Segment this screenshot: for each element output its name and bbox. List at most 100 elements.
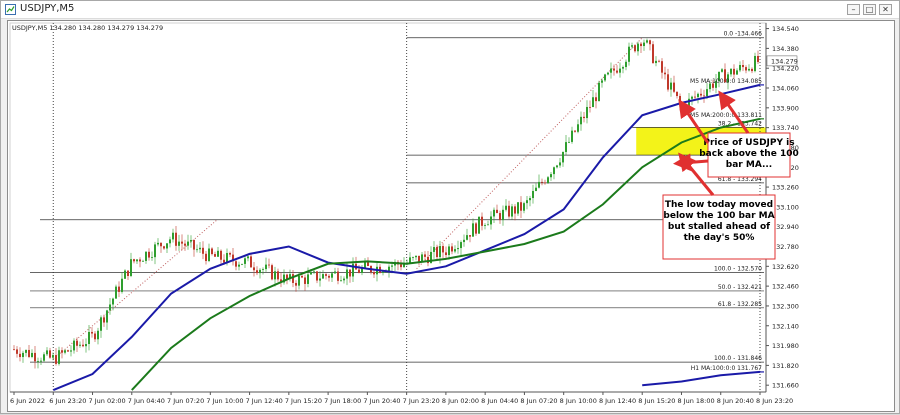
- candle-body: [172, 232, 174, 240]
- fib-level-label: 100.0 - 131.846: [714, 355, 762, 362]
- candle-body: [16, 349, 18, 354]
- ma-label: H1 MA:100:0:0 131.767: [691, 365, 762, 372]
- candle-body: [82, 344, 84, 347]
- candle-body: [244, 258, 246, 264]
- candle-body: [271, 265, 273, 280]
- y-tick-label: 131.660: [772, 382, 799, 390]
- candle-body: [43, 354, 45, 361]
- candle-body: [175, 232, 177, 246]
- candle-body: [514, 206, 516, 214]
- y-tick-label: 133.740: [772, 124, 799, 132]
- candle-body: [217, 250, 219, 257]
- candle-body: [205, 253, 207, 262]
- close-button[interactable]: ✕: [879, 4, 892, 15]
- annotation-text: the day's 50%: [684, 233, 755, 243]
- candle-body: [400, 264, 402, 268]
- candle-body: [559, 162, 561, 166]
- candle-body: [349, 269, 351, 277]
- candle-body: [502, 209, 504, 221]
- y-tick-label: 133.900: [772, 104, 799, 112]
- x-tick-label: 6 Jun 23:20: [49, 397, 86, 405]
- x-tick-label: 8 Jun 07:20: [520, 397, 557, 405]
- candle-body: [748, 68, 750, 71]
- candle-body: [256, 270, 258, 274]
- candle-body: [316, 271, 318, 281]
- x-tick-label: 7 Jun 04:40: [128, 397, 165, 405]
- minimize-button[interactable]: –: [847, 4, 860, 15]
- candle-body: [583, 116, 585, 119]
- candle-body: [445, 252, 447, 256]
- candle-body: [652, 44, 654, 64]
- fib-trend-line: [416, 37, 643, 270]
- candle-body: [676, 91, 678, 96]
- candle-body: [301, 275, 303, 278]
- candle-body: [133, 259, 135, 262]
- candle-body: [511, 206, 513, 217]
- candle-body: [667, 74, 669, 90]
- y-tick-label: 134.060: [772, 85, 799, 93]
- candle-body: [673, 82, 675, 92]
- chart-area[interactable]: USDJPY,M5 134.280 134.280 134.279 134.27…: [7, 20, 895, 412]
- candle-body: [46, 350, 48, 355]
- candle-body: [181, 241, 183, 244]
- candle-body: [544, 182, 546, 184]
- candle-body: [661, 61, 663, 73]
- candle-body: [235, 261, 237, 267]
- candle-body: [313, 271, 315, 273]
- x-tick-label: 8 Jun 04:40: [481, 397, 518, 405]
- candle-body: [586, 106, 588, 119]
- candle-body: [178, 241, 180, 246]
- y-tick-label: 132.140: [772, 322, 799, 330]
- candle-body: [436, 247, 438, 258]
- candle-body: [550, 174, 552, 178]
- candle-body: [106, 310, 108, 323]
- candle-body: [547, 177, 549, 183]
- candle-body: [628, 46, 630, 62]
- candle-body: [211, 248, 213, 255]
- candle-body: [52, 355, 54, 358]
- x-tick-label: 8 Jun 20:40: [717, 397, 754, 405]
- candle-body: [619, 68, 621, 73]
- candle-body: [487, 224, 489, 226]
- candle-body: [613, 68, 615, 71]
- candle-body: [124, 270, 126, 279]
- candle-body: [595, 97, 597, 102]
- candle-body: [457, 248, 459, 250]
- price-chart[interactable]: USDJPY,M5 134.280 134.280 134.279 134.27…: [8, 21, 894, 411]
- x-tick-label: 7 Jun 12:40: [246, 397, 283, 405]
- candle-body: [115, 286, 117, 299]
- candle-body: [223, 259, 225, 263]
- candle-body: [277, 271, 279, 280]
- candle-body: [670, 82, 672, 90]
- candle-body: [418, 255, 420, 262]
- candle-body: [91, 331, 93, 334]
- candle-body: [736, 70, 738, 75]
- candle-body: [127, 270, 129, 276]
- candle-body: [247, 256, 249, 259]
- annotation-text: below the 100 bar MA: [663, 211, 774, 221]
- candle-body: [604, 74, 606, 81]
- candle-body: [25, 349, 27, 353]
- maximize-button[interactable]: □: [863, 4, 876, 15]
- candle-body: [733, 68, 735, 75]
- ma-label: M5 MA:100:0:0 134.085: [690, 78, 762, 85]
- candle-body: [703, 95, 705, 97]
- candle-body: [85, 344, 87, 347]
- candle-body: [391, 265, 393, 267]
- candle-body: [535, 187, 537, 191]
- candle-body: [118, 286, 120, 292]
- candle-body: [598, 82, 600, 102]
- candle-body: [409, 257, 411, 263]
- candle-body: [346, 269, 348, 279]
- y-tick-label: 131.820: [772, 362, 799, 370]
- candle-body: [208, 248, 210, 262]
- chart-window-icon: [5, 4, 16, 15]
- candle-body: [367, 262, 369, 266]
- candle-body: [97, 330, 99, 340]
- candle-body: [13, 349, 15, 351]
- candle-body: [331, 273, 333, 278]
- candle-body: [22, 352, 24, 358]
- candle-body: [640, 43, 642, 47]
- chart-header: USDJPY,M5 134.280 134.280 134.279 134.27…: [12, 24, 163, 32]
- candle-body: [442, 246, 444, 253]
